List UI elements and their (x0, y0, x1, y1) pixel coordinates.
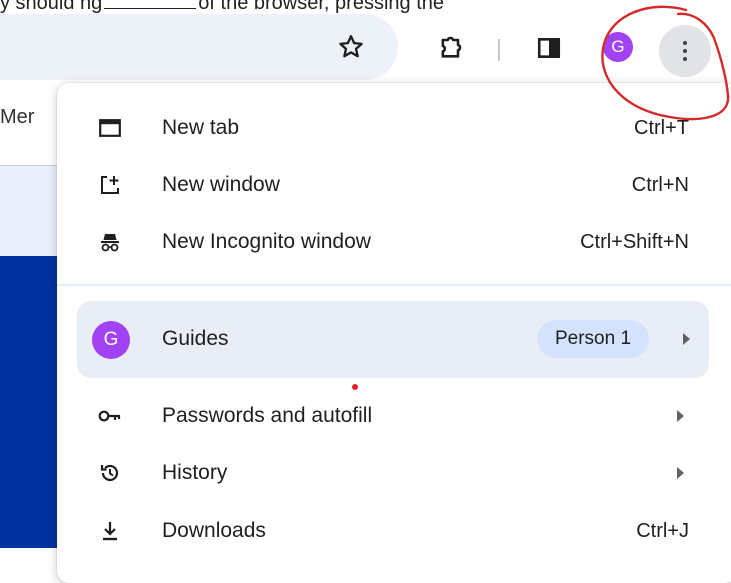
profile-avatar: G (92, 321, 130, 359)
incognito-icon (97, 229, 123, 255)
submenu-arrow-icon (677, 467, 684, 479)
menu-item-passwords-autofill[interactable]: Passwords and autofill (57, 388, 731, 444)
menu-shortcut: Ctrl+Shift+N (580, 230, 689, 253)
profile-avatar-initial: G (611, 37, 625, 56)
browser-toolbar: G (0, 14, 731, 80)
doc-blank-underline (104, 0, 197, 9)
doc-text-right: of the browser, pressing the (198, 0, 444, 14)
bookmark-star-icon[interactable] (333, 29, 369, 65)
download-icon (97, 518, 123, 544)
menu-item-new-tab[interactable]: New tab Ctrl+T (57, 100, 731, 156)
submenu-arrow-icon (677, 410, 684, 422)
menu-separator (57, 284, 731, 286)
menu-label: History (162, 461, 228, 484)
menu-label: Passwords and autofill (162, 404, 373, 427)
menu-shortcut: Ctrl+J (636, 519, 689, 542)
extensions-puzzle-icon[interactable] (433, 29, 469, 65)
doc-text-left: y should ng (0, 0, 103, 14)
profile-initial: G (103, 329, 119, 350)
three-dots-icon (683, 41, 687, 61)
menu-item-history[interactable]: History (57, 445, 731, 501)
profile-name: Guides (162, 327, 229, 350)
document-top-text: y should ng of the browser, pressing the (0, 0, 731, 14)
menu-label: New tab (162, 116, 240, 139)
submenu-arrow-icon (683, 333, 690, 345)
menu-profile-row[interactable]: G Guides Person 1 (77, 301, 709, 378)
profile-avatar-button[interactable]: G (603, 32, 633, 62)
menu-shortcut: Ctrl+N (631, 173, 689, 196)
page-light-panel (0, 166, 60, 256)
menu-label: New window (162, 173, 280, 196)
page-blue-banner (0, 256, 60, 548)
side-panel-icon[interactable] (532, 31, 566, 65)
chrome-main-menu: New tab Ctrl+T New window Ctrl+N New Inc… (57, 83, 731, 583)
menu-shortcut: Ctrl+T (634, 116, 689, 139)
toolbar-divider (498, 39, 500, 61)
menu-label: New Incognito window (162, 230, 371, 253)
new-window-icon (97, 172, 123, 198)
menu-label: Downloads (162, 519, 266, 542)
chrome-menu-button[interactable] (659, 25, 711, 77)
history-icon (97, 460, 123, 486)
menu-item-downloads[interactable]: Downloads Ctrl+J (57, 503, 731, 559)
new-tab-icon (97, 115, 123, 141)
profile-person-chip: Person 1 (537, 320, 649, 358)
page-partial-text: Mer (0, 106, 35, 128)
menu-item-new-incognito-window[interactable]: New Incognito window Ctrl+Shift+N (57, 214, 731, 270)
menu-item-new-window[interactable]: New window Ctrl+N (57, 157, 731, 213)
key-icon (97, 403, 123, 429)
